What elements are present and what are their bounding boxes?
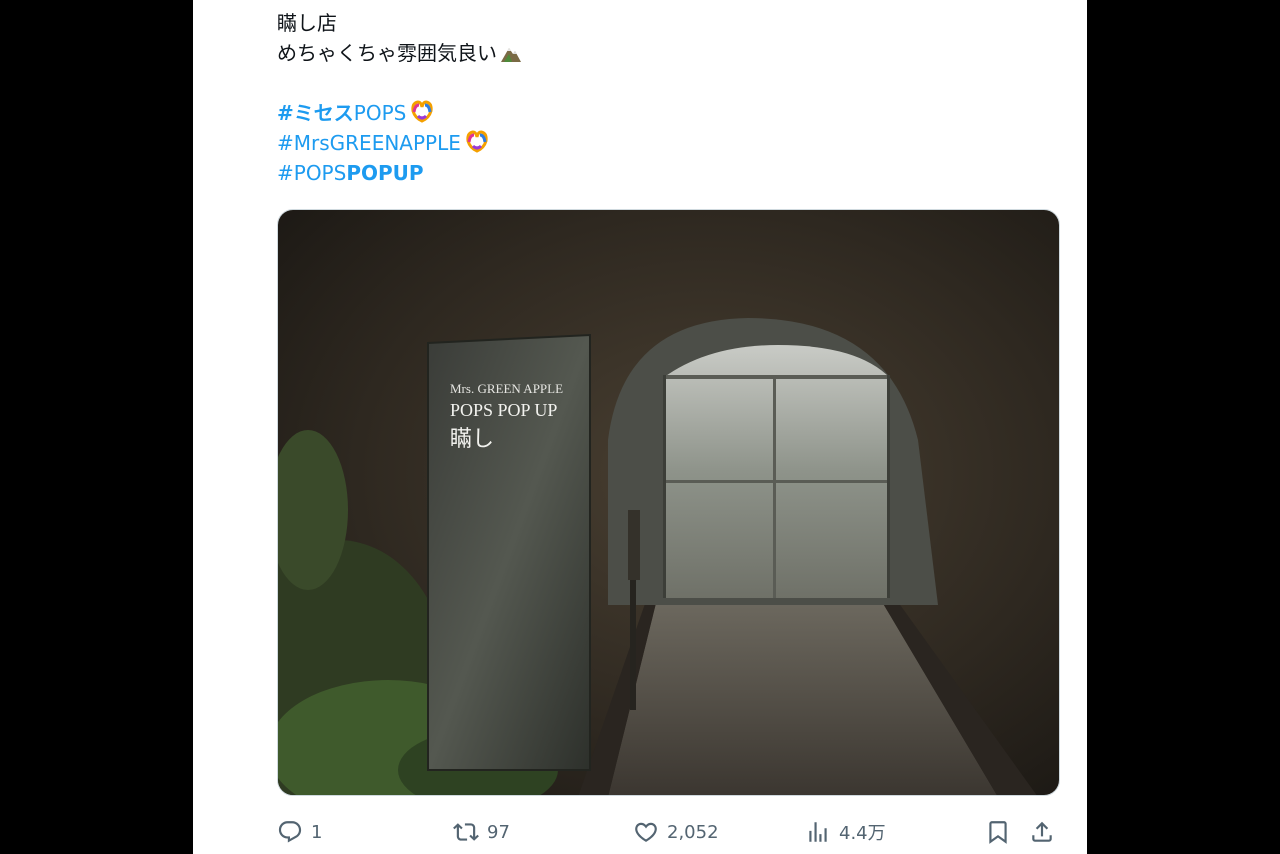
sign-line-1: Mrs. GREEN APPLE: [450, 381, 563, 396]
reply-button[interactable]: 1: [277, 812, 322, 852]
like-count: 2,052: [667, 821, 719, 843]
reply-count: 1: [311, 821, 323, 843]
sign-line-3: 瞞し: [450, 426, 494, 451]
tweet-line-2-text: めちゃくちゃ雰囲気良い: [277, 41, 497, 65]
tunnel-photo: Mrs. GREEN APPLE POPS POP UP 瞞し: [278, 210, 1059, 795]
sign-line-2: POPS POP UP: [450, 400, 557, 420]
share-icon: [1032, 821, 1052, 842]
tweet-actions: 1 97 2,052 4.4万: [277, 812, 1061, 852]
hashtag-prefix: #POPS: [277, 161, 347, 185]
reply-icon: [278, 821, 302, 843]
views-chart-icon: [809, 822, 827, 842]
bookmark-button[interactable]: [985, 812, 1019, 852]
retweet-icon: [453, 823, 479, 841]
hashtag-mrsgreenapple[interactable]: #MrsGREENAPPLE: [277, 128, 1057, 158]
heart-hands-icon: [409, 99, 435, 131]
hashtag-prefix: #ミセス: [277, 101, 354, 125]
like-button[interactable]: 2,052: [633, 812, 719, 852]
retweet-count: 97: [487, 821, 510, 843]
tweet-photo[interactable]: Mrs. GREEN APPLE POPS POP UP 瞞し: [277, 209, 1060, 796]
tweet-line-2: めちゃくちゃ雰囲気良い: [277, 38, 1057, 68]
retweet-button[interactable]: 97: [453, 812, 510, 852]
bookmark-icon: [989, 821, 1007, 844]
views-count: 4.4万: [839, 823, 886, 844]
heart-icon: [635, 822, 657, 842]
views-button[interactable]: 4.4万: [805, 812, 886, 852]
hashtag-rest: POPUP: [346, 161, 424, 185]
tweet-line-1: 瞞し店: [277, 11, 337, 35]
hashtag-prefix: #MrsGREENAPPLE: [277, 131, 461, 155]
tweet-text: 瞞し店 めちゃくちゃ雰囲気良い #ミセスPOPS #MrsGREENAPPLE …: [277, 8, 1057, 188]
hashtag-pops-popup[interactable]: #POPSPOPUP: [277, 158, 1057, 188]
heart-hands-icon: [464, 129, 490, 161]
hashtag-mises-pops[interactable]: #ミセスPOPS: [277, 98, 1057, 128]
share-button[interactable]: [1029, 812, 1063, 852]
mountain-emoji-icon: [500, 41, 522, 71]
hashtag-rest: POPS: [353, 101, 407, 125]
tweet-panel: 瞞し店 めちゃくちゃ雰囲気良い #ミセスPOPS #MrsGREENAPPLE …: [193, 0, 1087, 854]
